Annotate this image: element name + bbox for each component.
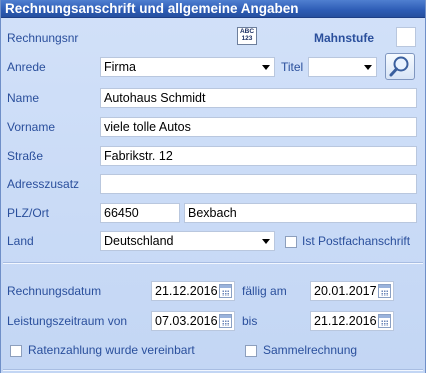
calendar-icon[interactable]	[219, 284, 232, 298]
leistung-von-field[interactable]: 07.03.2016	[151, 311, 235, 331]
name-label: Name	[7, 91, 40, 105]
leistungszeitraum-label: Leistungszeitraum von	[7, 314, 128, 328]
sammelrechnung-checkbox[interactable]	[245, 345, 257, 357]
rechnungsdatum-label: Rechnungsdatum	[7, 284, 102, 298]
adresszusatz-label: Adresszusatz	[7, 177, 80, 191]
invoice-address-panel: Rechnungsanschrift und allgemeine Angabe…	[0, 0, 426, 373]
ort-field[interactable]: Bexbach	[184, 203, 417, 223]
postfach-label: Ist Postfachanschrift	[302, 234, 411, 248]
abc-icon-text-top: ABC	[239, 28, 255, 35]
postfach-checkbox[interactable]	[285, 236, 297, 248]
anrede-value: Firma	[104, 60, 136, 74]
calendar-icon[interactable]	[378, 284, 391, 298]
faellig-field[interactable]: 20.01.2017	[310, 281, 394, 301]
titel-label: Titel	[281, 60, 304, 74]
calendar-icon[interactable]	[378, 314, 391, 328]
section-divider	[3, 262, 423, 264]
panel-header: Rechnungsanschrift und allgemeine Angabe…	[1, 0, 425, 18]
abc-number-icon[interactable]: ABC 123	[237, 27, 257, 45]
plz-field[interactable]: 66450	[100, 203, 180, 223]
search-icon	[389, 56, 409, 77]
chevron-down-icon	[262, 239, 270, 244]
bis-label: bis	[242, 314, 258, 328]
anrede-select[interactable]: Firma	[100, 57, 275, 77]
adresszusatz-field[interactable]	[100, 174, 417, 194]
faellig-value: 20.01.2017	[314, 284, 377, 298]
name-field[interactable]: Autohaus Schmidt	[100, 88, 417, 108]
bottom-divider	[3, 369, 423, 371]
leistung-von-value: 07.03.2016	[155, 314, 218, 328]
strasse-label: Straße	[7, 149, 44, 163]
ratenzahlung-checkbox[interactable]	[10, 345, 22, 357]
leistung-bis-field[interactable]: 21.12.2016	[310, 311, 394, 331]
land-select[interactable]: Deutschland	[100, 231, 275, 251]
mahnstufe-field[interactable]	[396, 27, 416, 47]
mahnstufe-label: Mahnstufe	[314, 31, 374, 45]
chevron-down-icon	[262, 65, 270, 70]
calendar-icon[interactable]	[219, 314, 232, 328]
rechnungsnr-label: Rechnungsnr	[7, 31, 79, 45]
titel-select[interactable]	[308, 57, 377, 77]
sammelrechnung-label: Sammelrechnung	[263, 343, 358, 357]
vorname-field[interactable]: viele tolle Autos	[100, 117, 417, 137]
plzort-label: PLZ/Ort	[7, 206, 50, 220]
rechnungsdatum-field[interactable]: 21.12.2016	[151, 281, 235, 301]
faellig-label: fällig am	[242, 284, 287, 298]
strasse-field[interactable]: Fabrikstr. 12	[100, 146, 417, 166]
land-value: Deutschland	[104, 234, 174, 248]
anrede-label: Anrede	[7, 60, 46, 74]
leistung-bis-value: 21.12.2016	[314, 314, 377, 328]
rechnungsdatum-value: 21.12.2016	[155, 284, 218, 298]
land-label: Land	[7, 234, 34, 248]
vorname-label: Vorname	[7, 120, 56, 134]
chevron-down-icon	[364, 65, 372, 70]
search-button[interactable]	[385, 53, 415, 80]
ratenzahlung-label: Ratenzahlung wurde vereinbart	[28, 343, 195, 357]
abc-icon-text-bottom: 123	[241, 35, 253, 42]
